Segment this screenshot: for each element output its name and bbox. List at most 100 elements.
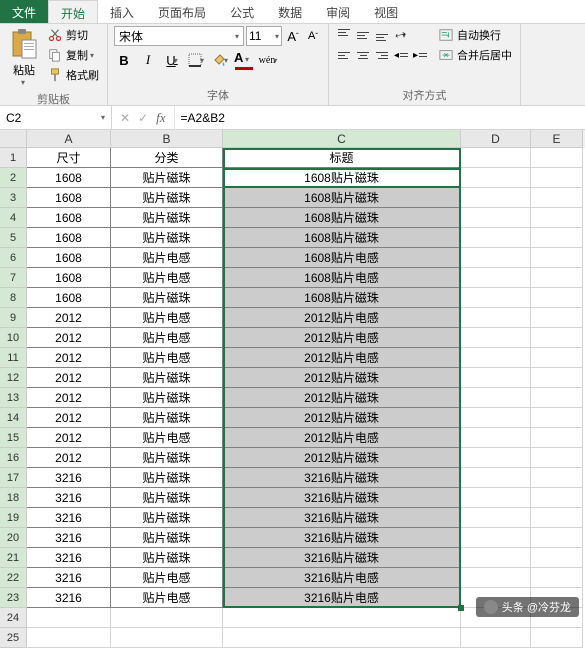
col-header-e[interactable]: E: [531, 130, 583, 148]
tab-data[interactable]: 数据: [266, 0, 314, 23]
cell[interactable]: 贴片电感: [111, 268, 223, 288]
row-header[interactable]: 10: [0, 328, 27, 348]
font-name-select[interactable]: 宋体 ▾: [114, 26, 244, 46]
cell[interactable]: [27, 628, 111, 648]
cell[interactable]: 3216贴片磁珠: [223, 548, 461, 568]
cell[interactable]: [531, 208, 583, 228]
row-header[interactable]: 5: [0, 228, 27, 248]
tab-insert[interactable]: 插入: [98, 0, 146, 23]
cell[interactable]: [461, 388, 531, 408]
align-bottom-button[interactable]: [373, 26, 391, 44]
cell[interactable]: 3216: [27, 468, 111, 488]
cut-button[interactable]: 剪切: [46, 26, 101, 44]
cell[interactable]: [531, 148, 583, 168]
formula-input[interactable]: =A2&B2: [175, 111, 585, 125]
cell[interactable]: 1608: [27, 288, 111, 308]
cell[interactable]: [531, 308, 583, 328]
underline-button[interactable]: U▾: [162, 50, 182, 70]
cell[interactable]: 2012贴片磁珠: [223, 368, 461, 388]
cell[interactable]: 贴片电感: [111, 588, 223, 608]
cell[interactable]: [461, 528, 531, 548]
cell[interactable]: 3216贴片磁珠: [223, 468, 461, 488]
fill-color-button[interactable]: ▾: [210, 50, 230, 70]
cell[interactable]: 2012贴片磁珠: [223, 448, 461, 468]
cell[interactable]: 1608贴片磁珠: [223, 168, 461, 188]
cell[interactable]: 3216: [27, 568, 111, 588]
cell[interactable]: 2012贴片磁珠: [223, 408, 461, 428]
cell[interactable]: [531, 248, 583, 268]
cell[interactable]: [111, 608, 223, 628]
font-color-button[interactable]: A ▾: [234, 50, 254, 70]
cell[interactable]: [531, 188, 583, 208]
accept-formula-icon[interactable]: ✓: [138, 111, 148, 125]
cell[interactable]: [461, 208, 531, 228]
cell[interactable]: [223, 628, 461, 648]
cell[interactable]: [531, 228, 583, 248]
cancel-formula-icon[interactable]: ✕: [120, 111, 130, 125]
cell[interactable]: 1608: [27, 228, 111, 248]
phonetic-button[interactable]: wén ▾: [258, 50, 278, 70]
cell[interactable]: [461, 248, 531, 268]
cell[interactable]: [461, 168, 531, 188]
cell[interactable]: 2012: [27, 428, 111, 448]
decrease-font-button[interactable]: Aˇ: [304, 26, 322, 46]
cell[interactable]: [461, 628, 531, 648]
cell[interactable]: 1608: [27, 248, 111, 268]
orientation-button[interactable]: ⤢▾: [392, 26, 410, 44]
row-header[interactable]: 13: [0, 388, 27, 408]
row-header[interactable]: 3: [0, 188, 27, 208]
cell[interactable]: 尺寸: [27, 148, 111, 168]
cell[interactable]: [531, 368, 583, 388]
cell[interactable]: [111, 628, 223, 648]
cell[interactable]: 3216: [27, 488, 111, 508]
cell[interactable]: 1608贴片磁珠: [223, 288, 461, 308]
cell[interactable]: 贴片磁珠: [111, 408, 223, 428]
cell[interactable]: [461, 228, 531, 248]
row-header[interactable]: 18: [0, 488, 27, 508]
cell[interactable]: 贴片磁珠: [111, 228, 223, 248]
cell[interactable]: [531, 348, 583, 368]
cell[interactable]: 1608贴片磁珠: [223, 188, 461, 208]
row-header[interactable]: 15: [0, 428, 27, 448]
cell[interactable]: 分类: [111, 148, 223, 168]
cell[interactable]: 1608: [27, 168, 111, 188]
cell[interactable]: 2012: [27, 328, 111, 348]
cell[interactable]: 贴片磁珠: [111, 448, 223, 468]
cell[interactable]: 标题: [223, 148, 461, 168]
cell[interactable]: 贴片电感: [111, 428, 223, 448]
cell[interactable]: [461, 448, 531, 468]
cell[interactable]: 1608贴片电感: [223, 248, 461, 268]
tab-file[interactable]: 文件: [0, 0, 48, 23]
row-header[interactable]: 2: [0, 168, 27, 188]
cell[interactable]: 1608贴片磁珠: [223, 228, 461, 248]
format-painter-button[interactable]: 格式刷: [46, 66, 101, 84]
borders-button[interactable]: ▾: [186, 50, 206, 70]
cell[interactable]: 3216贴片电感: [223, 588, 461, 608]
row-header[interactable]: 23: [0, 588, 27, 608]
bold-button[interactable]: B: [114, 50, 134, 70]
cell[interactable]: 3216贴片磁珠: [223, 508, 461, 528]
fx-icon[interactable]: fx: [156, 110, 165, 126]
cell[interactable]: 贴片磁珠: [111, 468, 223, 488]
col-header-a[interactable]: A: [27, 130, 111, 148]
cell[interactable]: [461, 348, 531, 368]
tab-home[interactable]: 开始: [48, 0, 98, 23]
align-middle-button[interactable]: [354, 26, 372, 44]
cell[interactable]: 3216贴片电感: [223, 568, 461, 588]
cell[interactable]: [461, 568, 531, 588]
cell[interactable]: [223, 608, 461, 628]
cell[interactable]: 1608贴片磁珠: [223, 208, 461, 228]
cell[interactable]: 2012贴片电感: [223, 328, 461, 348]
cell[interactable]: 2012: [27, 308, 111, 328]
cell[interactable]: 2012贴片电感: [223, 308, 461, 328]
row-header[interactable]: 7: [0, 268, 27, 288]
row-header[interactable]: 16: [0, 448, 27, 468]
row-header[interactable]: 17: [0, 468, 27, 488]
row-header[interactable]: 19: [0, 508, 27, 528]
col-header-d[interactable]: D: [461, 130, 531, 148]
cell[interactable]: 贴片电感: [111, 308, 223, 328]
cell[interactable]: 贴片磁珠: [111, 488, 223, 508]
cell[interactable]: 3216: [27, 548, 111, 568]
cell[interactable]: 3216: [27, 588, 111, 608]
cell[interactable]: 3216贴片磁珠: [223, 528, 461, 548]
